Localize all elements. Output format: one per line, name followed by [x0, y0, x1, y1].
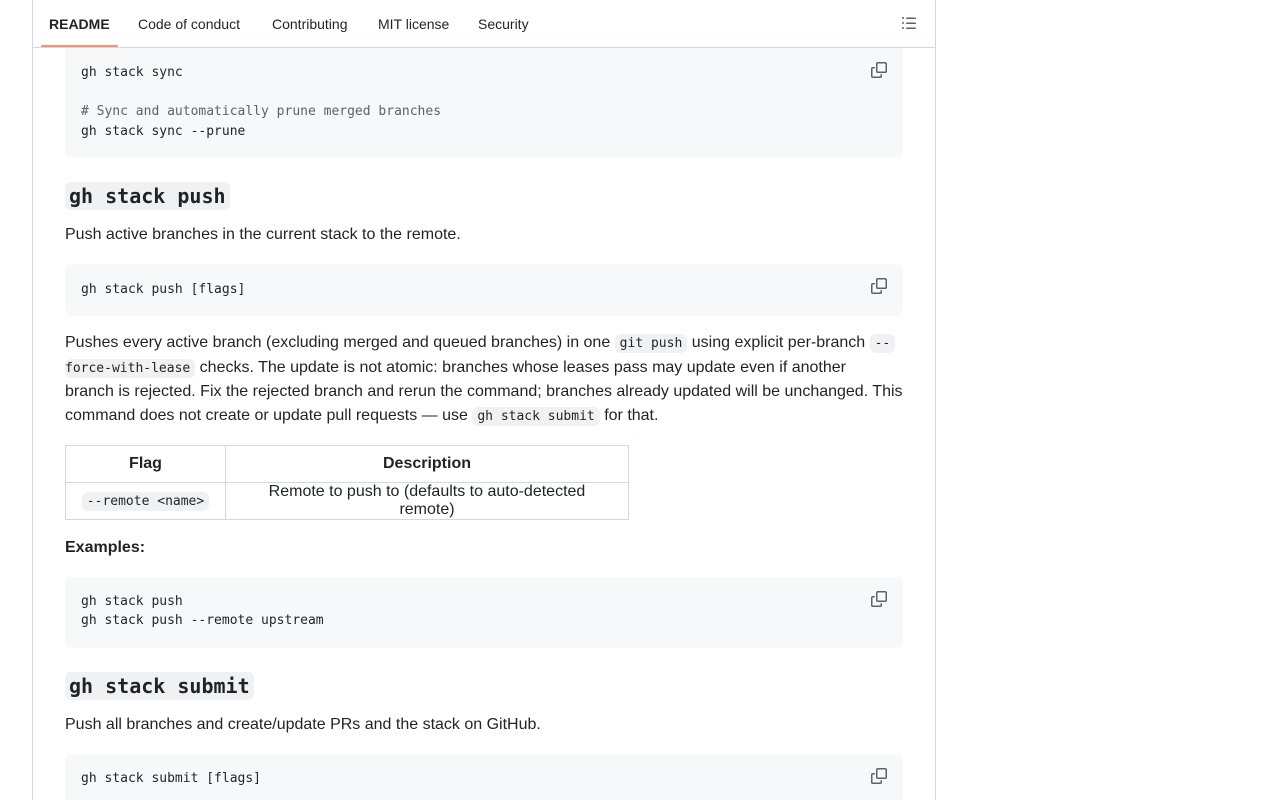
inline-code: git push [614, 334, 688, 353]
tab-contributing[interactable]: Contributing [272, 16, 348, 32]
text: for that. [599, 407, 659, 424]
inline-code: -- [869, 334, 896, 353]
copy-button[interactable] [871, 62, 889, 80]
inline-code: force-with-lease [65, 359, 196, 378]
text: checks. The update is not atomic: branch… [195, 359, 846, 376]
inline-code: gh stack submit [472, 407, 600, 426]
push-description-line: force-with-lease checks. The update is n… [65, 356, 846, 381]
inline-code: --remote <name> [81, 492, 210, 511]
text: Pushes every active branch (excluding me… [65, 334, 615, 351]
copy-icon [871, 591, 887, 607]
push-description-line: branch is rejected. Fix the rejected bra… [65, 383, 903, 400]
copy-button[interactable] [871, 768, 889, 786]
table-header-description: Description [225, 445, 629, 483]
heading-gh-stack-push: gh stack push [65, 182, 230, 210]
examples-label: Examples: [65, 539, 146, 556]
text: using explicit per-branch [687, 334, 870, 351]
code-line: gh stack sync [81, 65, 183, 80]
push-description-line: Pushes every active branch (excluding me… [65, 331, 896, 356]
heading-code: gh stack push [65, 182, 230, 210]
code-comment: # Sync and automatically prune merged br… [81, 104, 442, 119]
tab-code-of-conduct[interactable]: Code of conduct [138, 16, 240, 32]
table-header-flag: Flag [65, 445, 226, 483]
table-cell-description: Remote to push to (defaults to auto-dete… [225, 482, 629, 520]
code-block-push-usage: gh stack push [flags] [65, 264, 903, 316]
code-line: gh stack sync --prune [81, 124, 246, 139]
tab-mit-license[interactable]: MIT license [378, 16, 449, 32]
text: command does not create or update pull r… [65, 407, 473, 424]
code-line: gh stack submit [flags] [81, 771, 262, 786]
outline-button[interactable] [901, 15, 919, 33]
submit-intro: Push all branches and create/update PRs … [65, 716, 541, 733]
code-line: gh stack push [81, 594, 183, 609]
tab-security[interactable]: Security [478, 16, 529, 32]
copy-button[interactable] [871, 278, 889, 296]
active-tab-indicator [41, 45, 118, 47]
copy-icon [871, 278, 887, 294]
push-description-line: command does not create or update pull r… [65, 404, 658, 429]
heading-code: gh stack submit [65, 672, 254, 700]
code-block-sync: gh stack sync # Sync and automatically p… [65, 38, 903, 158]
code-line: gh stack push --remote upstream [81, 613, 324, 628]
push-intro: Push active branches in the current stac… [65, 226, 461, 243]
flags-table: Flag Description --remote <name> Remote … [65, 445, 629, 520]
code-block-push-examples: gh stack push gh stack push --remote ups… [65, 577, 903, 648]
table-header-row: Flag Description [65, 445, 629, 483]
table-cell-flag: --remote <name> [65, 482, 226, 520]
copy-button[interactable] [871, 591, 889, 609]
heading-gh-stack-submit: gh stack submit [65, 672, 254, 700]
readme-panel: gh stack sync # Sync and automatically p… [32, 0, 936, 800]
copy-icon [871, 768, 887, 784]
list-outline-icon [902, 17, 916, 29]
readme-tab-bar: README Code of conduct Contributing MIT … [33, 0, 935, 48]
code-line: gh stack push [flags] [81, 282, 246, 297]
copy-icon [871, 62, 887, 78]
code-block-submit-usage: gh stack submit [flags] [65, 754, 903, 800]
table-row: --remote <name> Remote to push to (defau… [65, 482, 629, 520]
tab-readme[interactable]: README [49, 16, 110, 32]
